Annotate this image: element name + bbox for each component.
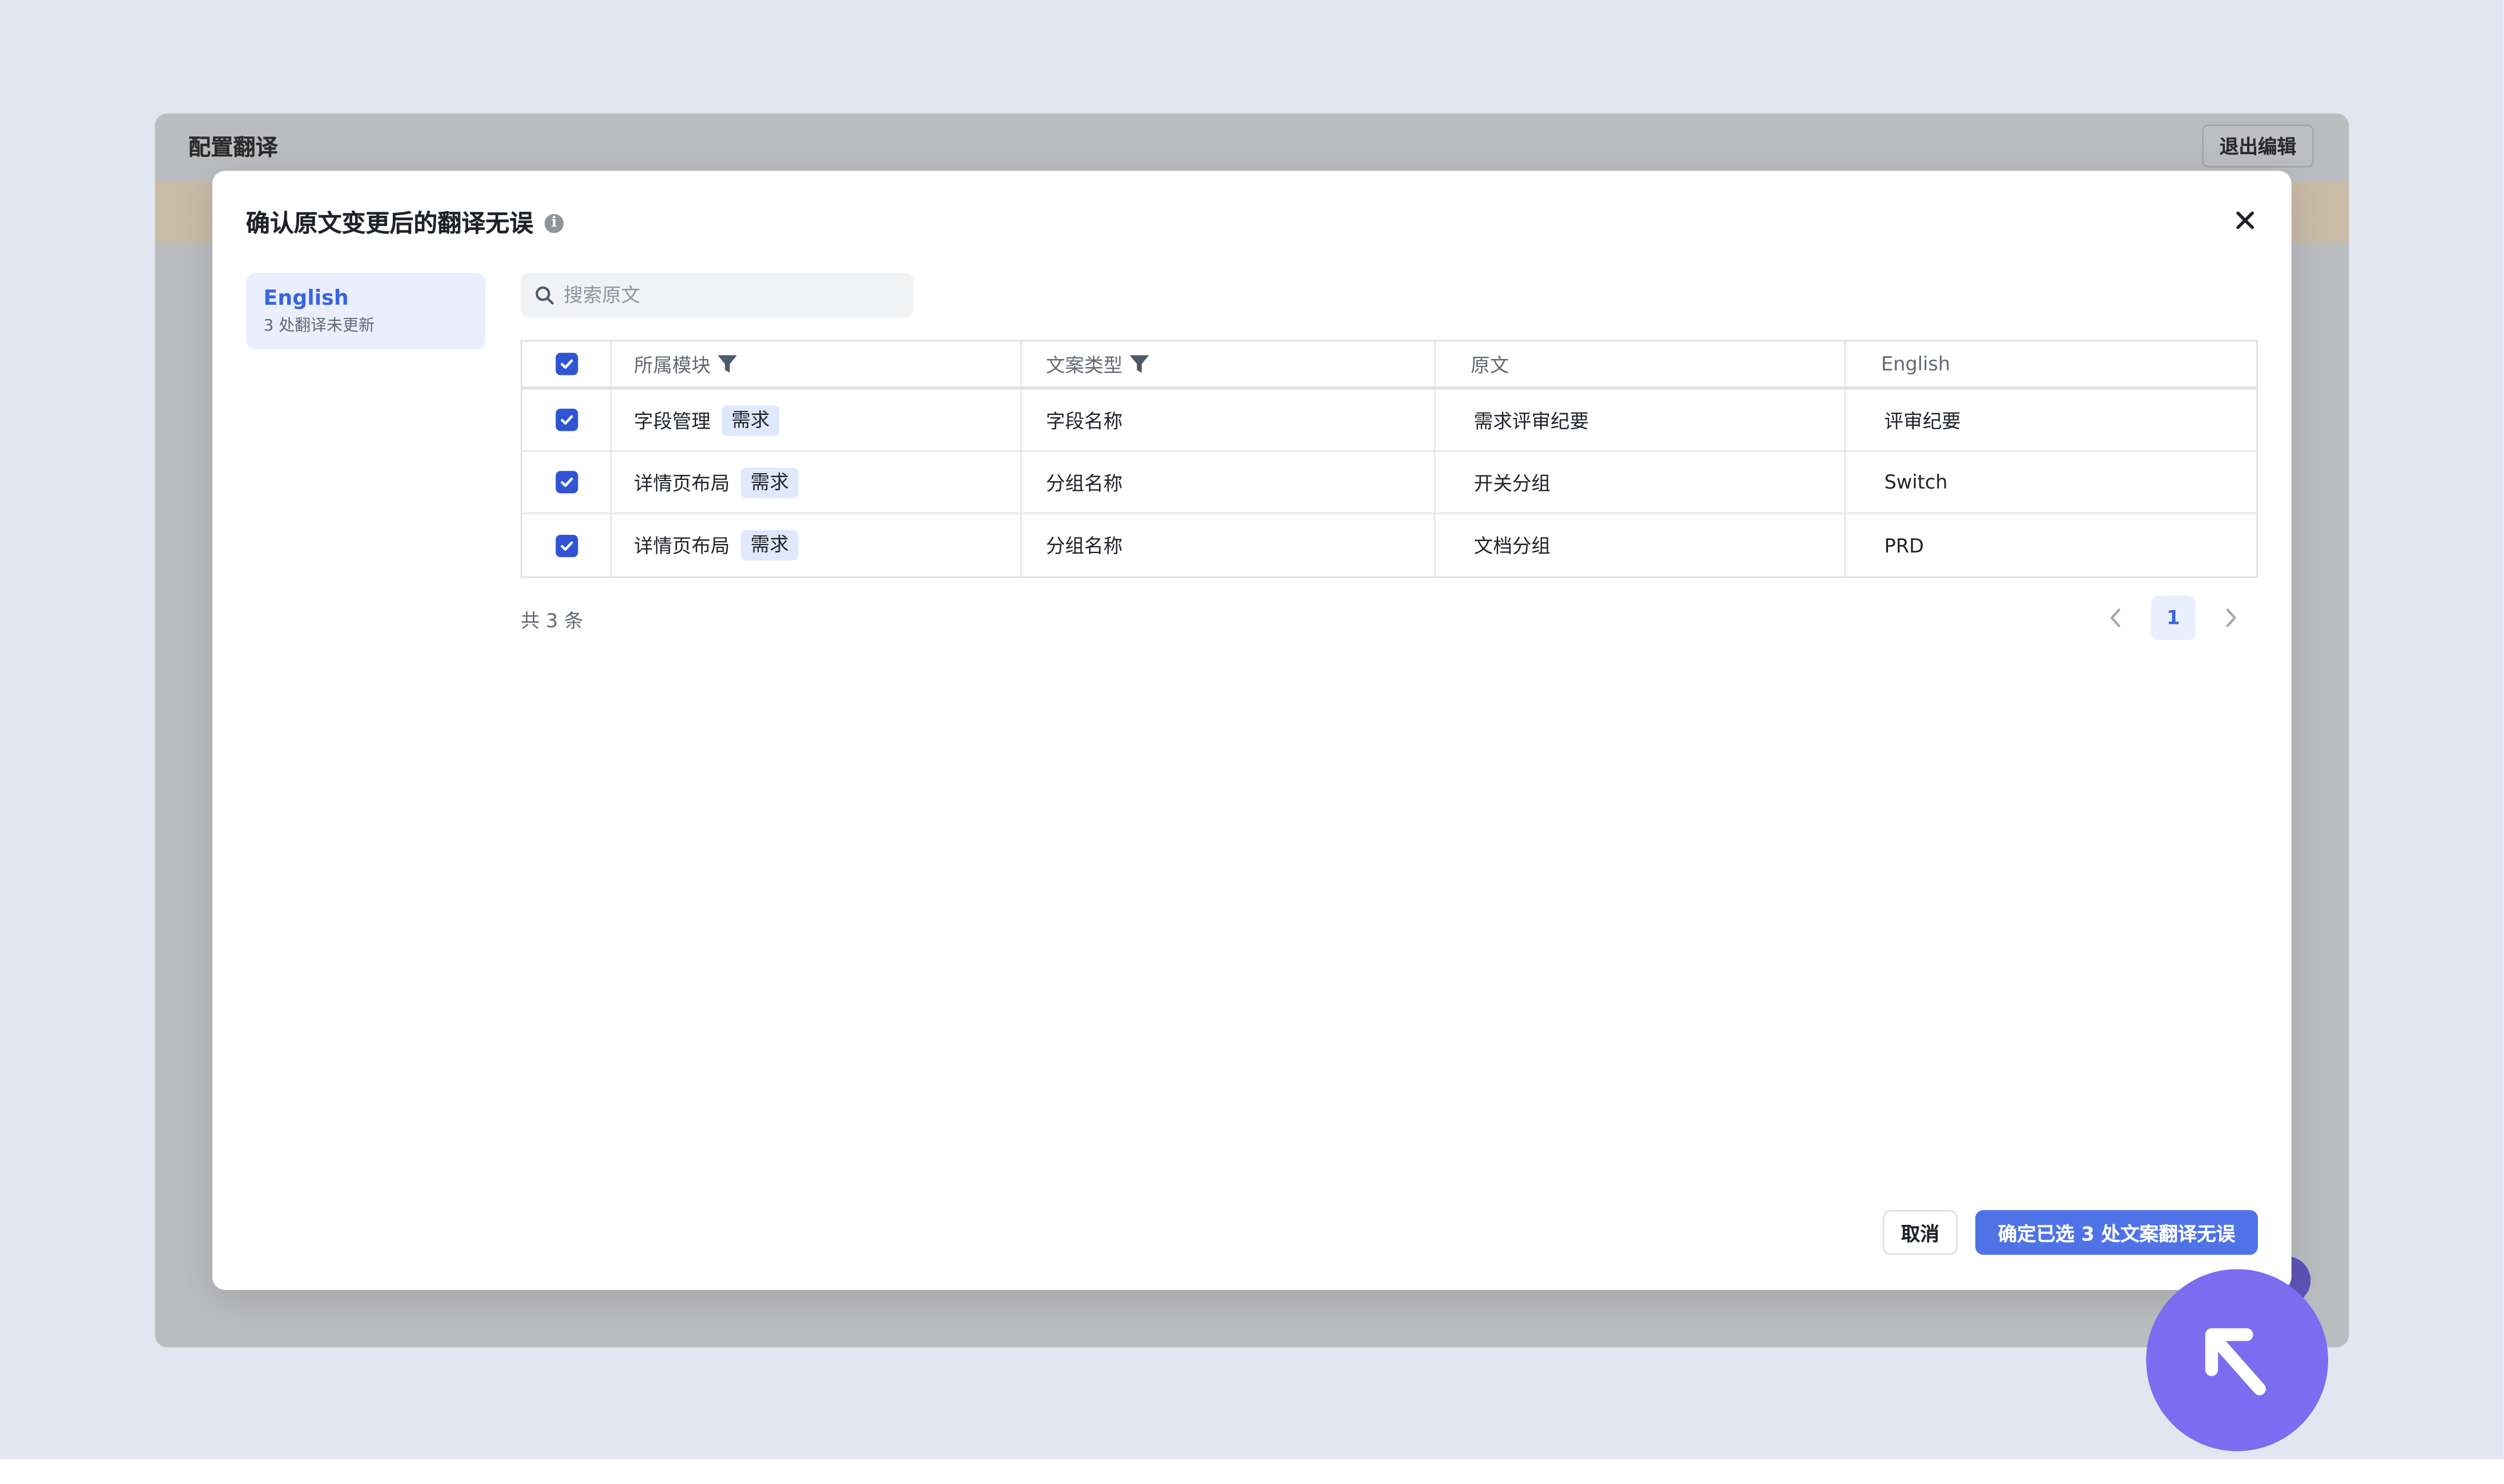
module-cell: 详情页布局 需求 <box>611 514 1022 576</box>
translation-table: 所属模块 文案类型 原文 English 字段管理 需求 字段名称 需求评审纪要… <box>520 340 2258 578</box>
close-icon[interactable] <box>2231 206 2259 235</box>
language-pending-count: 3 处翻译未更新 <box>263 317 375 336</box>
pagination: 1 <box>2094 595 2253 640</box>
row-checkbox-cell <box>522 514 612 576</box>
app-title: 配置翻译 <box>188 135 278 162</box>
cursor-pointer-icon <box>2146 1269 2329 1451</box>
translation-cell[interactable]: Switch <box>1846 452 2256 513</box>
type-cell: 分组名称 <box>1022 451 1436 513</box>
header-english: English <box>1881 353 1951 376</box>
module-text: 详情页布局 <box>634 471 730 494</box>
table-header-row: 所属模块 文案类型 原文 English <box>522 341 2257 390</box>
module-text: 字段管理 <box>634 409 711 432</box>
search-box[interactable] <box>520 273 913 318</box>
module-text: 详情页布局 <box>634 534 730 558</box>
exit-edit-button[interactable]: 退出编辑 <box>2202 124 2314 168</box>
header-module: 所属模块 <box>611 341 1022 386</box>
row-checkbox[interactable] <box>554 409 578 432</box>
row-checkbox[interactable] <box>554 534 578 556</box>
select-all-checkbox[interactable] <box>554 353 578 376</box>
search-input[interactable] <box>563 284 883 307</box>
table-row[interactable]: 详情页布局 需求 分组名称 开关分组 Switch <box>522 451 2257 514</box>
type-cell: 字段名称 <box>1022 389 1436 450</box>
module-tag: 需求 <box>722 405 780 435</box>
type-cell: 分组名称 <box>1022 514 1436 576</box>
screen: 配置翻译 退出编辑 确认原文变更后的翻译无误 i English 3 处翻译未更… <box>0 0 2504 1484</box>
module-cell: 详情页布局 需求 <box>611 451 1022 513</box>
header-type-label: 文案类型 <box>1046 353 1123 376</box>
page-number[interactable]: 1 <box>2151 595 2196 640</box>
source-cell: 文档分组 <box>1436 514 1846 576</box>
header-source: 原文 <box>1436 341 1846 386</box>
module-tag: 需求 <box>740 467 799 498</box>
header-type: 文案类型 <box>1022 341 1436 386</box>
module-filter-icon[interactable] <box>717 354 738 374</box>
row-checkbox-cell <box>522 389 612 450</box>
source-cell: 需求评审纪要 <box>1436 389 1846 450</box>
translation-cell[interactable]: PRD <box>1846 514 2256 576</box>
bottom-strip <box>0 1459 2504 1484</box>
total-count: 共 3 条 <box>520 610 583 632</box>
language-item-english[interactable]: English 3 处翻译未更新 <box>245 273 486 350</box>
dialog-title-text: 确认原文变更后的翻译无误 <box>245 209 534 238</box>
row-checkbox[interactable] <box>554 471 578 494</box>
module-cell: 字段管理 需求 <box>611 389 1022 450</box>
confirm-translation-dialog: 确认原文变更后的翻译无误 i English 3 处翻译未更新 搜索原文 所属模… <box>212 171 2292 1290</box>
module-tag: 需求 <box>740 530 799 560</box>
row-checkbox-cell <box>522 451 612 513</box>
info-icon[interactable]: i <box>544 213 564 232</box>
header-module-label: 所属模块 <box>634 353 711 376</box>
header-checkbox-cell <box>522 341 612 386</box>
translation-cell[interactable]: 评审纪要 <box>1846 389 2256 450</box>
cancel-button[interactable]: 取消 <box>1882 1210 1958 1255</box>
prev-page-icon[interactable] <box>2094 595 2138 640</box>
search-icon <box>536 286 554 305</box>
type-filter-icon[interactable] <box>1129 354 1150 374</box>
next-page-icon[interactable] <box>2208 595 2253 640</box>
source-cell: 开关分组 <box>1436 451 1846 513</box>
table-row[interactable]: 字段管理 需求 字段名称 需求评审纪要 评审纪要 <box>522 389 2257 452</box>
confirm-button[interactable]: 确定已选 3 处文案翻译无误 <box>1975 1210 2258 1255</box>
dialog-title: 确认原文变更后的翻译无误 i <box>246 206 564 240</box>
table-row[interactable]: 详情页布局 需求 分组名称 文档分组 PRD <box>522 514 2257 576</box>
language-name: English <box>263 287 349 312</box>
